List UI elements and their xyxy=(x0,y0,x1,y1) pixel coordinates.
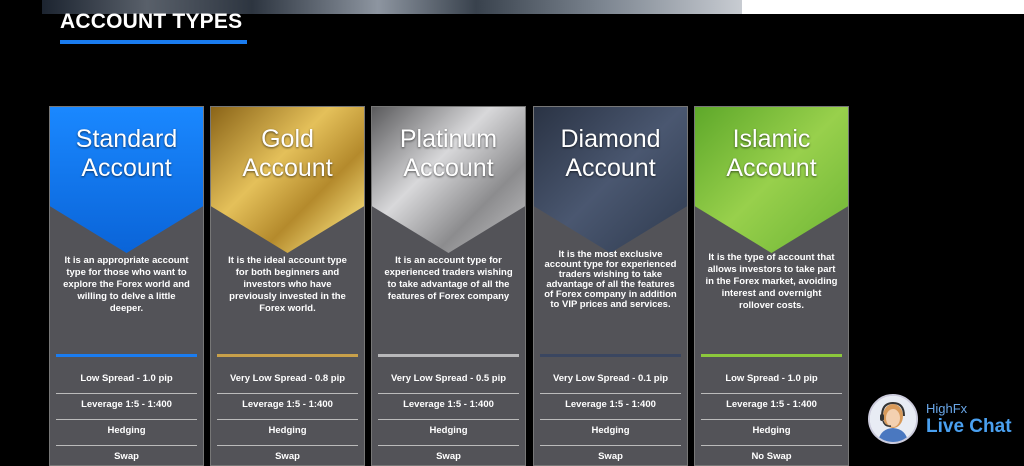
feature-spread: Low Spread - 1.0 pip xyxy=(56,368,197,394)
feature-spread: Very Low Spread - 0.1 pip xyxy=(540,368,681,394)
card-description: It is an appropriate account type for th… xyxy=(63,255,190,314)
feature-hedging: Hedging xyxy=(540,420,681,446)
feature-hedging: Hedging xyxy=(56,420,197,446)
account-card-platinum[interactable]: Platinum Account It is an account type fo… xyxy=(371,106,526,466)
card-accent-bar xyxy=(701,354,842,357)
feature-spread: Very Low Spread - 0.8 pip xyxy=(217,368,358,394)
feature-leverage: Leverage 1:5 - 1:400 xyxy=(701,394,842,420)
support-agent-avatar-icon[interactable] xyxy=(868,394,918,444)
feature-hedging: Hedging xyxy=(701,420,842,446)
feature-hedging: Hedging xyxy=(378,420,519,446)
section-title: ACCOUNT TYPES xyxy=(60,10,243,33)
card-title: Platinum Account xyxy=(399,125,498,182)
card-title: Standard Account xyxy=(75,125,178,182)
account-card-islamic[interactable]: Islamic Account It is the type of account… xyxy=(694,106,849,466)
feature-swap: Swap xyxy=(217,446,358,465)
card-accent-bar xyxy=(217,354,358,357)
feature-spread: Low Spread - 1.0 pip xyxy=(701,368,842,394)
card-accent-bar xyxy=(378,354,519,357)
feature-leverage: Leverage 1:5 - 1:400 xyxy=(378,394,519,420)
card-description: It is the most exclusive account type fo… xyxy=(544,249,677,310)
title-underline xyxy=(60,40,247,44)
feature-hedging: Hedging xyxy=(217,420,358,446)
account-card-standard[interactable]: Standard Account It is an appropriate acc… xyxy=(49,106,204,466)
feature-leverage: Leverage 1:5 - 1:400 xyxy=(56,394,197,420)
feature-swap: Swap xyxy=(378,446,519,465)
card-title: Diamond Account xyxy=(560,125,661,182)
card-description: It is the ideal account type for both be… xyxy=(228,255,347,314)
live-chat-widget[interactable]: HighFx Live Chat xyxy=(868,394,1024,446)
card-accent-bar xyxy=(56,354,197,357)
account-card-diamond[interactable]: Diamond Account It is the most exclusive … xyxy=(533,106,688,466)
account-card-gold[interactable]: Gold Account It is the ideal account type… xyxy=(210,106,365,466)
card-accent-bar xyxy=(540,354,681,357)
feature-leverage: Leverage 1:5 - 1:400 xyxy=(217,394,358,420)
chat-brand-label: HighFx xyxy=(926,401,968,416)
feature-leverage: Leverage 1:5 - 1:400 xyxy=(540,394,681,420)
feature-swap: Swap xyxy=(540,446,681,465)
card-description: It is the type of account that allows in… xyxy=(705,252,838,311)
feature-spread: Very Low Spread - 0.5 pip xyxy=(378,368,519,394)
card-title: Gold Account xyxy=(242,125,333,182)
feature-swap: No Swap xyxy=(701,446,842,465)
card-description: It is an account type for experienced tr… xyxy=(384,255,513,302)
feature-swap: Swap xyxy=(56,446,197,465)
live-chat-label[interactable]: Live Chat xyxy=(926,416,1012,438)
card-title: Islamic Account xyxy=(726,125,817,182)
